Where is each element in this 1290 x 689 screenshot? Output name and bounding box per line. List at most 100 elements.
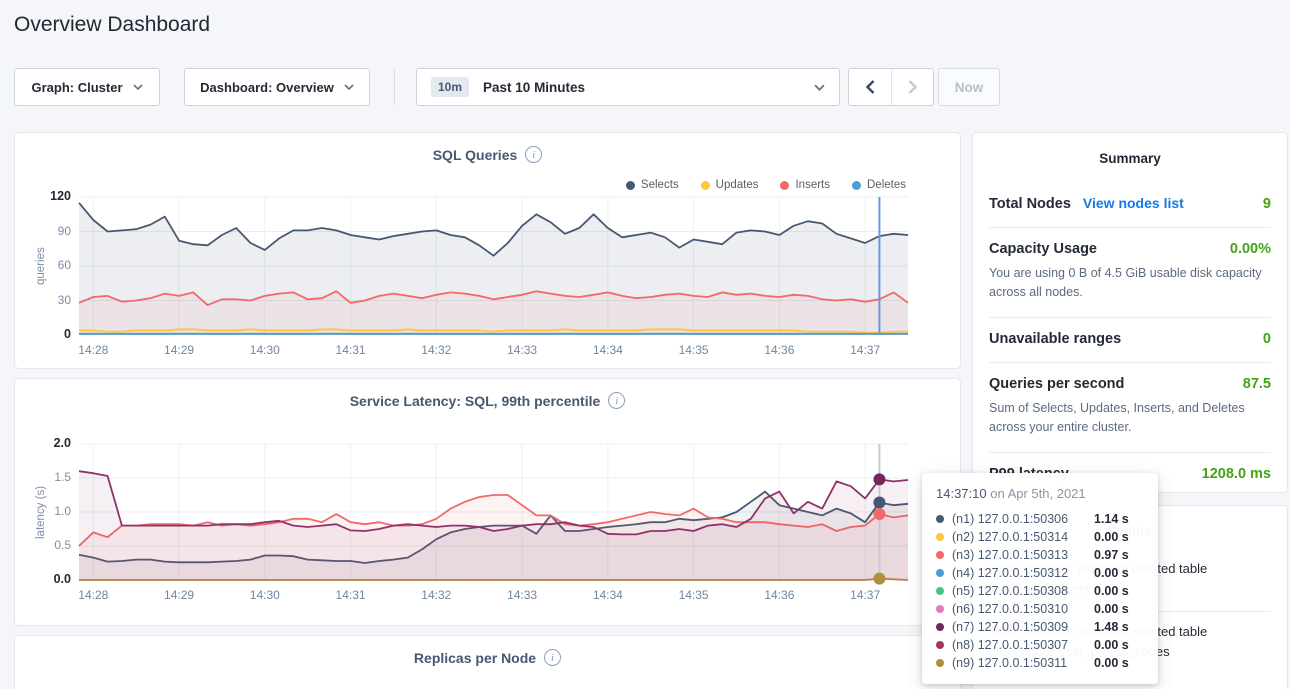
tooltip-node-label: (n2) 127.0.0.1:50314 bbox=[952, 530, 1094, 544]
info-icon[interactable]: i bbox=[608, 392, 625, 409]
tooltip-node-value: 0.97 s bbox=[1094, 548, 1129, 562]
tooltip-node-label: (n4) 127.0.0.1:50312 bbox=[952, 566, 1094, 580]
toolbar-divider bbox=[394, 69, 395, 105]
tooltip-node-row: (n7) 127.0.0.1:503091.48 s bbox=[936, 618, 1144, 636]
y-axis-tick: 0 bbox=[27, 327, 71, 341]
x-axis-tick: 14:28 bbox=[65, 588, 121, 602]
x-axis-tick: 14:29 bbox=[151, 588, 207, 602]
tooltip-node-value: 1.48 s bbox=[1094, 620, 1129, 634]
legend-label: Deletes bbox=[867, 179, 906, 191]
summary-row-label: Capacity Usage bbox=[989, 241, 1097, 257]
summary-row: Queries per second87.5 Sum of Selects, Up… bbox=[989, 363, 1271, 453]
chevron-right-icon bbox=[908, 80, 917, 94]
x-axis-tick: 14:29 bbox=[151, 343, 207, 357]
page-title: Overview Dashboard bbox=[14, 13, 210, 37]
tooltip-node-value: 0.00 s bbox=[1094, 602, 1129, 616]
time-range-label: Past 10 Minutes bbox=[483, 80, 800, 95]
tooltip-node-label: (n6) 127.0.0.1:50310 bbox=[952, 602, 1094, 616]
y-axis-tick: 120 bbox=[27, 189, 71, 203]
x-axis-tick: 14:28 bbox=[65, 343, 121, 357]
x-axis-tick: 14:36 bbox=[751, 588, 807, 602]
view-nodes-list-link[interactable]: View nodes list bbox=[1083, 195, 1184, 211]
service-latency-plot[interactable] bbox=[79, 444, 908, 580]
node-color-dot-icon bbox=[936, 533, 944, 541]
time-step-buttons bbox=[848, 68, 934, 106]
chart-title-service-latency: Service Latency: SQL, 99th percentile bbox=[350, 393, 601, 409]
info-icon[interactable]: i bbox=[525, 146, 542, 163]
tooltip-node-value: 0.00 s bbox=[1094, 566, 1129, 580]
chevron-down-icon bbox=[814, 84, 825, 91]
x-axis-tick: 14:34 bbox=[580, 343, 636, 357]
node-color-dot-icon bbox=[936, 515, 944, 523]
tooltip-node-value: 0.00 s bbox=[1094, 530, 1129, 544]
tooltip-timestamp: 14:37:10 on Apr 5th, 2021 bbox=[936, 486, 1144, 501]
summary-row-main: Capacity Usage 0.00% bbox=[989, 241, 1271, 257]
y-axis-tick: 2.0 bbox=[27, 436, 71, 450]
y-axis-tick: 1.0 bbox=[27, 504, 71, 518]
legend-item-selects[interactable]: Selects bbox=[626, 179, 679, 191]
graph-dropdown-label: Graph: Cluster bbox=[31, 80, 122, 95]
y-axis-tick: 0.0 bbox=[27, 572, 71, 586]
graph-dropdown[interactable]: Graph: Cluster bbox=[14, 68, 160, 106]
summary-row-label: Unavailable ranges bbox=[989, 331, 1121, 347]
legend-item-updates[interactable]: Updates bbox=[701, 179, 759, 191]
legend-dot-icon bbox=[626, 181, 635, 190]
tooltip-node-label: (n7) 127.0.0.1:50309 bbox=[952, 620, 1094, 634]
x-axis-tick: 14:32 bbox=[408, 343, 464, 357]
chevron-left-icon bbox=[866, 80, 875, 94]
y-axis-tick: 90 bbox=[27, 224, 71, 238]
summary-row-value: 1208.0 ms bbox=[1202, 466, 1271, 482]
info-icon[interactable]: i bbox=[544, 649, 561, 666]
summary-row-label: Total Nodes bbox=[989, 196, 1071, 212]
x-axis-tick: 14:37 bbox=[837, 588, 893, 602]
x-axis-tick: 14:33 bbox=[494, 588, 550, 602]
summary-row-description: Sum of Selects, Updates, Inserts, and De… bbox=[989, 399, 1271, 437]
sql-chart-legend: Selects Updates Inserts Deletes bbox=[626, 179, 906, 191]
dashboard-dropdown[interactable]: Dashboard: Overview bbox=[184, 68, 370, 106]
tooltip-node-row: (n2) 127.0.0.1:503140.00 s bbox=[936, 528, 1144, 546]
tooltip-node-row: (n5) 127.0.0.1:503080.00 s bbox=[936, 582, 1144, 600]
x-axis-tick: 14:30 bbox=[237, 343, 293, 357]
node-color-dot-icon bbox=[936, 551, 944, 559]
summary-row-main: Unavailable ranges 0 bbox=[989, 331, 1271, 347]
legend-item-deletes[interactable]: Deletes bbox=[852, 179, 906, 191]
chevron-down-icon bbox=[344, 84, 354, 90]
node-color-dot-icon bbox=[936, 659, 944, 667]
node-color-dot-icon bbox=[936, 569, 944, 577]
x-axis-tick: 14:35 bbox=[666, 343, 722, 357]
node-color-dot-icon bbox=[936, 605, 944, 613]
x-axis-tick: 14:37 bbox=[837, 343, 893, 357]
summary-row-main: Total NodesView nodes list9 bbox=[989, 195, 1271, 212]
time-next-button[interactable] bbox=[891, 69, 933, 105]
time-prev-button[interactable] bbox=[849, 69, 891, 105]
x-axis-tick: 14:31 bbox=[323, 343, 379, 357]
summary-row-main: Queries per second87.5 bbox=[989, 376, 1271, 392]
x-axis-tick: 14:30 bbox=[237, 588, 293, 602]
legend-label: Inserts bbox=[795, 179, 830, 191]
node-color-dot-icon bbox=[936, 641, 944, 649]
tooltip-node-label: (n9) 127.0.0.1:50311 bbox=[952, 656, 1094, 670]
y-axis-tick: 0.5 bbox=[27, 538, 71, 552]
sql-queries-plot[interactable] bbox=[79, 197, 908, 335]
summary-row: Capacity Usage0.00%You are using 0 B of … bbox=[989, 228, 1271, 318]
y-axis-tick: 1.5 bbox=[27, 470, 71, 484]
now-button[interactable]: Now bbox=[938, 68, 1000, 106]
tooltip-node-value: 1.14 s bbox=[1094, 512, 1129, 526]
summary-row-label: Queries per second bbox=[989, 376, 1124, 392]
legend-item-inserts[interactable]: Inserts bbox=[780, 179, 830, 191]
service-latency-card: Service Latency: SQL, 99th percentile i … bbox=[14, 378, 961, 626]
summary-row-value: 0.00% bbox=[1230, 241, 1271, 257]
x-axis-tick: 14:34 bbox=[580, 588, 636, 602]
tooltip-node-label: (n5) 127.0.0.1:50308 bbox=[952, 584, 1094, 598]
summary-row-value: 0 bbox=[1263, 331, 1271, 347]
y-axis-tick: 60 bbox=[27, 258, 71, 272]
time-range-dropdown[interactable]: 10m Past 10 Minutes bbox=[416, 68, 840, 106]
summary-title: Summary bbox=[973, 133, 1287, 166]
time-range-badge: 10m bbox=[431, 77, 469, 97]
tooltip-node-row: (n9) 127.0.0.1:503110.00 s bbox=[936, 654, 1144, 672]
tooltip-node-label: (n1) 127.0.0.1:50306 bbox=[952, 512, 1094, 526]
x-axis-tick: 14:36 bbox=[751, 343, 807, 357]
summary-row: Unavailable ranges 0 bbox=[989, 318, 1271, 363]
replicas-per-node-card: Replicas per Node i bbox=[14, 635, 961, 689]
x-axis-tick: 14:32 bbox=[408, 588, 464, 602]
